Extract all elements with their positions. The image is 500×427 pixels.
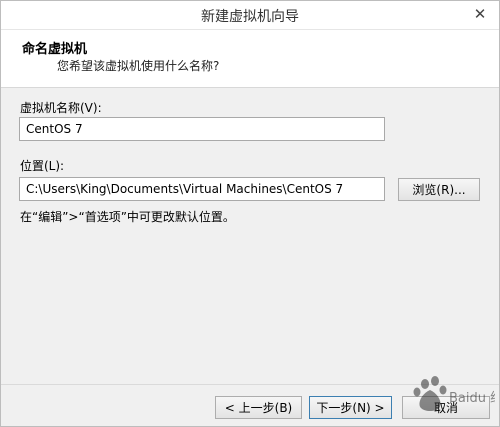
back-button[interactable]: < 上一步(B) <box>215 396 302 419</box>
vm-name-label: 虚拟机名称(V): <box>20 101 102 115</box>
next-button-label: 下一步(N) > <box>316 401 385 415</box>
vm-name-input[interactable]: CentOS 7 <box>19 117 385 141</box>
close-icon: ✕ <box>473 5 487 23</box>
browse-button[interactable]: 浏览(R)... <box>398 178 480 201</box>
location-input[interactable]: C:\Users\King\Documents\Virtual Machines… <box>19 177 385 201</box>
wizard-window: 新建虚拟机向导 ✕ 命名虚拟机 您希望该虚拟机使用什么名称? 虚拟机名称(V):… <box>0 0 500 427</box>
wizard-header: 命名虚拟机 您希望该虚拟机使用什么名称? <box>1 30 499 88</box>
step-title: 命名虚拟机 <box>22 42 88 57</box>
step-subtitle: 您希望该虚拟机使用什么名称? <box>57 59 220 73</box>
title-bar: 新建虚拟机向导 ✕ <box>1 1 499 30</box>
next-button[interactable]: 下一步(N) > <box>309 396 392 419</box>
window-title: 新建虚拟机向导 <box>201 9 299 25</box>
location-hint: 在“编辑”>“首选项”中可更改默认位置。 <box>20 210 235 224</box>
close-button[interactable]: ✕ <box>467 4 493 24</box>
browse-button-label: 浏览(R)... <box>412 183 466 197</box>
back-button-label: < 上一步(B) <box>224 401 293 415</box>
watermark-text: Baidu 经验 <box>449 390 495 406</box>
baidu-watermark-logo: Baidu 经验 <box>413 376 495 411</box>
location-label: 位置(L): <box>20 159 65 173</box>
